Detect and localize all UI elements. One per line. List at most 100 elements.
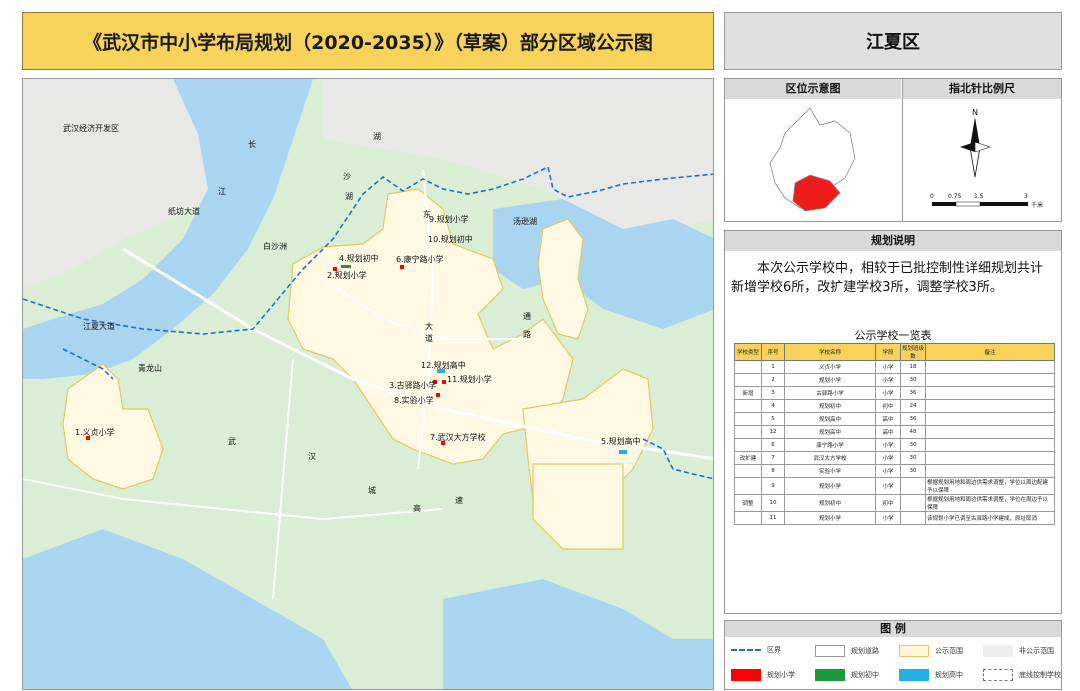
scale-bar-black-2 <box>980 202 1028 206</box>
place-label: 武 <box>228 436 236 446</box>
table-cell-note: 该规划小学已调至古驿路小学建成，原址取消 <box>925 511 1055 525</box>
place-label: 沙 <box>343 172 351 181</box>
legend-item-baseline: 底线控制学校 <box>983 669 1061 681</box>
table-cell-no: 3 <box>761 386 785 400</box>
legend-item-public: 公示范围 <box>899 645 963 657</box>
table-cell-note <box>925 425 1055 439</box>
table-cell-group <box>734 425 762 439</box>
compass-north-label: N <box>972 108 978 117</box>
table-row: 5 规划高中 高中 36 <box>734 412 1055 426</box>
compass-west-icon <box>960 142 975 152</box>
table-cell-name: 规划小学 <box>784 477 876 495</box>
place-label: 大 <box>425 321 433 331</box>
table-row: 1 义贞小学 小学 18 <box>734 360 1055 374</box>
table-row: 2 规划小学 小学 30 <box>734 373 1055 387</box>
table-cell-name: 规划高中 <box>784 412 876 426</box>
place-label: 高 <box>413 503 421 513</box>
place-label: 白沙洲 <box>263 241 287 251</box>
legend-item-nonpublic: 非公示范围 <box>983 645 1054 657</box>
scale-tick-label: 3 <box>1024 193 1028 200</box>
school-label-12: 12.规划高中 <box>421 360 466 370</box>
map-view[interactable]: 武汉经济开发区 长 江 沙 湖 纸坊大道 青龙山 汤逊湖 白沙洲 江夏大道 东 … <box>22 78 714 690</box>
col-header-note: 备注 <box>925 343 1055 361</box>
table-cell-classes: 48 <box>900 425 926 439</box>
location-mini-map <box>769 107 856 212</box>
table-cell-classes: 30 <box>900 438 926 452</box>
legend-nonpublic-icon <box>983 645 1013 657</box>
compass-east-icon <box>974 141 991 153</box>
table-row: 新增 3 古驿路小学 小学 36 <box>734 386 1055 400</box>
district-name: 江夏区 <box>724 12 1062 70</box>
table-cell-classes <box>900 494 926 512</box>
scale-tick-label: 0 <box>930 193 934 200</box>
school-label-10: 10.规划初中 <box>428 234 473 244</box>
table-row: 12 规划高中 高中 48 <box>734 425 1055 439</box>
legend-item-primary: 规划小学 <box>731 669 795 681</box>
plan-note-heading: 规划说明 <box>725 231 1061 251</box>
school-label-11: 11.规划小学 <box>447 374 492 384</box>
table-cell-group <box>734 511 762 525</box>
table-cell-classes: 24 <box>900 399 926 413</box>
table-cell-note <box>925 451 1055 465</box>
place-label: 汉 <box>308 452 316 461</box>
table-cell-no: 2 <box>761 373 785 387</box>
school-marker-4[interactable] <box>341 265 351 268</box>
panel-divider <box>902 79 903 221</box>
table-cell-name: 康宁路小学 <box>784 438 876 452</box>
col-header-classes: 规划班级数 <box>900 343 926 361</box>
place-label: 江夏大道 <box>83 321 115 331</box>
school-label-9: 9.规划小学 <box>429 214 469 224</box>
scale-bar-black-1 <box>932 202 956 206</box>
legend-boundary-icon <box>731 649 761 651</box>
table-cell-group: 调整 <box>734 494 762 512</box>
table-cell-level: 小学 <box>875 438 901 452</box>
table-cell-group <box>734 399 762 413</box>
col-header-name: 学校名称 <box>784 343 876 361</box>
plan-note-text: 本次公示学校中，相较于已批控制性详细规划共计新增学校6所，改扩建学校3所，调整学… <box>731 261 1044 295</box>
compass-scale: N 0 0.75 1.5 3 千米 <box>930 108 1043 209</box>
school-marker-5[interactable] <box>619 450 627 454</box>
place-label: 速 <box>455 496 463 505</box>
table-cell-no: 10 <box>761 494 785 512</box>
table-cell-level: 小学 <box>875 451 901 465</box>
table-cell-no: 6 <box>761 438 785 452</box>
legend-road-icon <box>815 645 845 657</box>
table-row: 9 规划小学 小学 根据规划用地和周边供需求调整，学位以周边配建予以保障 <box>734 477 1055 495</box>
school-label-1: 1.义贞小学 <box>75 427 115 437</box>
table-row: 8 实验小学 小学 30 <box>734 464 1055 478</box>
table-cell-group <box>734 438 762 452</box>
table-cell-level: 小学 <box>875 464 901 478</box>
school-marker-11[interactable] <box>442 380 446 384</box>
school-marker-6[interactable] <box>400 265 404 269</box>
table-row: 4 规划初中 初中 24 <box>734 399 1055 413</box>
table-cell-name: 义贞小学 <box>784 360 876 374</box>
legend-primary-icon <box>731 669 761 681</box>
table-cell-note: 根据规划用地和周边供需求调整，学位在周边予以保障 <box>925 494 1055 512</box>
school-marker-8[interactable] <box>436 393 440 397</box>
school-table-title: 公示学校一览表 <box>854 329 932 342</box>
table-row: 改扩建 7 武汉大方学校 小学 30 <box>734 451 1055 465</box>
place-label: 通 <box>523 311 531 321</box>
table-cell-group <box>734 477 762 495</box>
place-label: 长 <box>248 139 256 149</box>
table-cell-note <box>925 399 1055 413</box>
table-cell-name: 规划小学 <box>784 373 876 387</box>
table-cell-group <box>734 373 762 387</box>
table-cell-group <box>734 412 762 426</box>
place-label: 城 <box>368 486 376 495</box>
table-cell-no: 9 <box>761 477 785 495</box>
table-cell-note <box>925 386 1055 400</box>
place-label: 湖 <box>373 132 381 141</box>
table-cell-no: 5 <box>761 412 785 426</box>
table-cell-level: 小学 <box>875 373 901 387</box>
legend-panel: 图 例 区界 规划道路 公示范围 非公示范围 规划小学 规划初中 规划高中 底线… <box>724 620 1062 690</box>
table-cell-level: 小学 <box>875 360 901 374</box>
school-label-2: 2.规划小学 <box>327 270 367 280</box>
table-cell-level: 小学 <box>875 386 901 400</box>
place-label: 江 <box>218 187 226 196</box>
table-cell-level: 小学 <box>875 511 901 525</box>
school-label-8: 8.实验小学 <box>394 395 434 405</box>
table-row: 调整 10 规划初中 初中 根据规划用地和周边供需求调整，学位在周边予以保障 <box>734 494 1055 512</box>
col-header-no: 序号 <box>761 343 785 361</box>
place-label: 纸坊大道 <box>168 206 200 216</box>
